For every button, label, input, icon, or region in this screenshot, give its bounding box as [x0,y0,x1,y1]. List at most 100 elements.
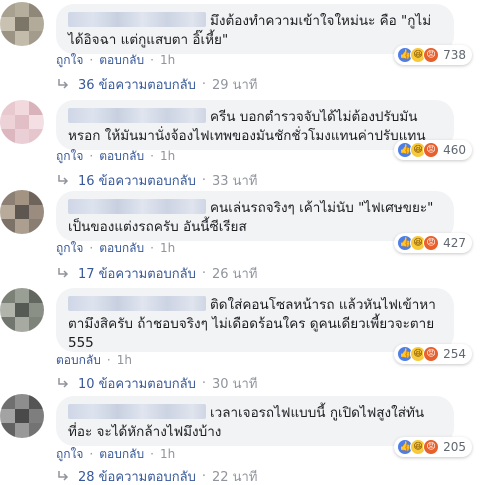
reaction-summary[interactable]: 👍 😆 😡 460 [394,140,472,160]
comment-text-line2: ได้อิจฉา แต่กูแสบตา อิ๊เหี้ย" [68,32,229,48]
avatar-pixel [29,302,44,318]
avatar-pixel [0,114,15,130]
author-name-blurred[interactable] [68,404,206,419]
comment-text-line1: มึงต้องทำความเข้าใจใหม่นะ คือ "กูไม่ [210,13,432,29]
avatar-pixel [14,31,30,46]
avatar-pixel [14,204,30,220]
comment-time[interactable]: 1h [160,53,175,67]
comment: คนเล่นรถจริงๆ เค้าไม่นับ "ไฟเศษขยะ" เป็น… [0,188,480,284]
avatar-pixel [29,16,44,32]
replies-count[interactable]: 36 ข้อความตอบกลับ [78,74,196,95]
avatar[interactable] [0,190,44,234]
comment: เวลาเจอรถไฟแบบนี้ กูเปิดไฟสูงใส่ทัน ที่อ… [0,392,480,485]
comment-time[interactable]: 1h [160,241,175,255]
comment-time[interactable]: 1h [160,447,175,461]
comment-text-line2: ที่อะ จะได้หักล้างไฟมึงบ้าง [68,424,222,440]
avatar-pixel [14,129,30,144]
reply-link[interactable]: ตอบกลับ [99,147,144,166]
avatar-mosaic [0,394,44,438]
like-link[interactable]: ถูกใจ [56,147,83,166]
avatar-pixel [0,423,15,438]
comment: มึงต้องทำความเข้าใจใหม่นะ คือ "กูไม่ ได้… [0,0,480,96]
replies-count[interactable]: 17 ข้อความตอบกลับ [78,263,196,284]
view-replies-link[interactable]: 28 ข้อความตอบกลับ · 22 นาที [56,467,257,485]
like-link[interactable]: ถูกใจ [56,239,83,258]
angry-icon: 😡 [423,235,440,251]
separator-dot: · [89,447,94,461]
view-replies-link[interactable]: 36 ข้อความตอบกลับ · 29 นาที [56,75,257,93]
avatar-pixel [0,394,15,409]
avatar-mosaic [0,190,44,234]
avatar-pixel [29,129,44,144]
comment-bubble: ติดใส่คอนโซลหน้ารถ แล้วหันไฟเข้าหา ตามึง… [56,288,454,352]
replies-count[interactable]: 28 ข้อความตอบกลับ [78,466,196,485]
comment-time[interactable]: 1h [160,149,175,163]
reaction-summary[interactable]: 👍 😆 😡 738 [394,45,472,65]
reaction-summary[interactable]: 👍 😆 😡 254 [394,344,472,364]
reply-link[interactable]: ตอบกลับ [99,239,144,258]
view-replies-link[interactable]: 10 ข้อความตอบกลับ · 30 นาที [56,374,257,392]
avatar-pixel [29,114,44,130]
avatar-pixel [14,100,30,115]
reply-arrow-icon [58,471,69,481]
separator-dot: · [201,265,206,281]
avatar-pixel [14,317,30,332]
avatar-pixel [0,288,15,303]
comment-time[interactable]: 1h [117,353,132,367]
comment-text-line2: ตามึงสิครับ ถ้าชอบจริงๆ ไม่เดือดร้อนใคร … [68,316,435,332]
avatar[interactable] [0,394,44,438]
separator-dot: · [150,241,154,255]
avatar-pixel [14,114,30,130]
reply-link[interactable]: ตอบกลับ [99,51,144,70]
view-replies-link[interactable]: 16 ข้อความตอบกลับ · 33 นาที [56,171,257,189]
avatar-pixel [29,317,44,332]
reply-arrow-icon [58,79,69,89]
author-name-blurred[interactable] [68,199,206,214]
avatar[interactable] [0,288,44,332]
separator-dot: · [106,353,111,367]
avatar[interactable] [0,2,44,46]
reply-arrow-icon [58,378,69,388]
replies-time: 30 นาที [211,376,258,392]
separator-dot: · [89,53,94,67]
author-name-blurred[interactable] [68,12,206,27]
avatar-pixel [29,423,44,438]
author-name-blurred[interactable] [68,108,206,123]
angry-icon: 😡 [423,439,440,455]
like-link[interactable]: ถูกใจ [56,51,83,70]
avatar-pixel [0,204,15,220]
avatar-pixel [14,219,30,234]
separator-dot: · [150,447,154,461]
avatar[interactable] [0,100,44,144]
avatar-pixel [0,317,15,332]
reaction-summary[interactable]: 👍 😆 😡 427 [394,233,472,253]
reaction-count: 460 [443,143,466,157]
comment-bubble: ครีน บอกตำรวจจับได้ไม่ต้องปรับมัน หรอก ใ… [56,100,454,150]
avatar-mosaic [0,100,44,144]
separator-dot: · [201,172,206,188]
avatar-pixel [29,288,44,303]
reaction-summary[interactable]: 👍 😆 😡 205 [394,437,472,457]
comment-text-line3: 555 [68,335,94,351]
avatar-pixel [29,100,44,115]
avatar-pixel [0,16,15,32]
avatar-pixel [0,219,15,234]
comment: ครีน บอกตำรวจจับได้ไม่ต้องปรับมัน หรอก ใ… [0,96,480,189]
avatar-pixel [29,408,44,424]
avatar-mosaic [0,2,44,46]
reply-arrow-icon [58,175,69,185]
replies-count[interactable]: 10 ข้อความตอบกลับ [78,373,196,394]
comment-actions: ตอบกลับ · 1h [56,352,132,368]
like-link[interactable]: ถูกใจ [56,445,83,464]
avatar-pixel [29,190,44,205]
author-name-blurred[interactable] [68,296,206,311]
reaction-count: 427 [443,236,466,250]
reaction-count: 205 [443,440,466,454]
reply-link[interactable]: ตอบกลับ [99,445,144,464]
avatar-pixel [0,190,15,205]
avatar-pixel [14,190,30,205]
reply-link[interactable]: ตอบกลับ [56,351,101,370]
view-replies-link[interactable]: 17 ข้อความตอบกลับ · 26 นาที [56,264,257,282]
separator-dot: · [201,375,206,391]
separator-dot: · [89,241,94,255]
